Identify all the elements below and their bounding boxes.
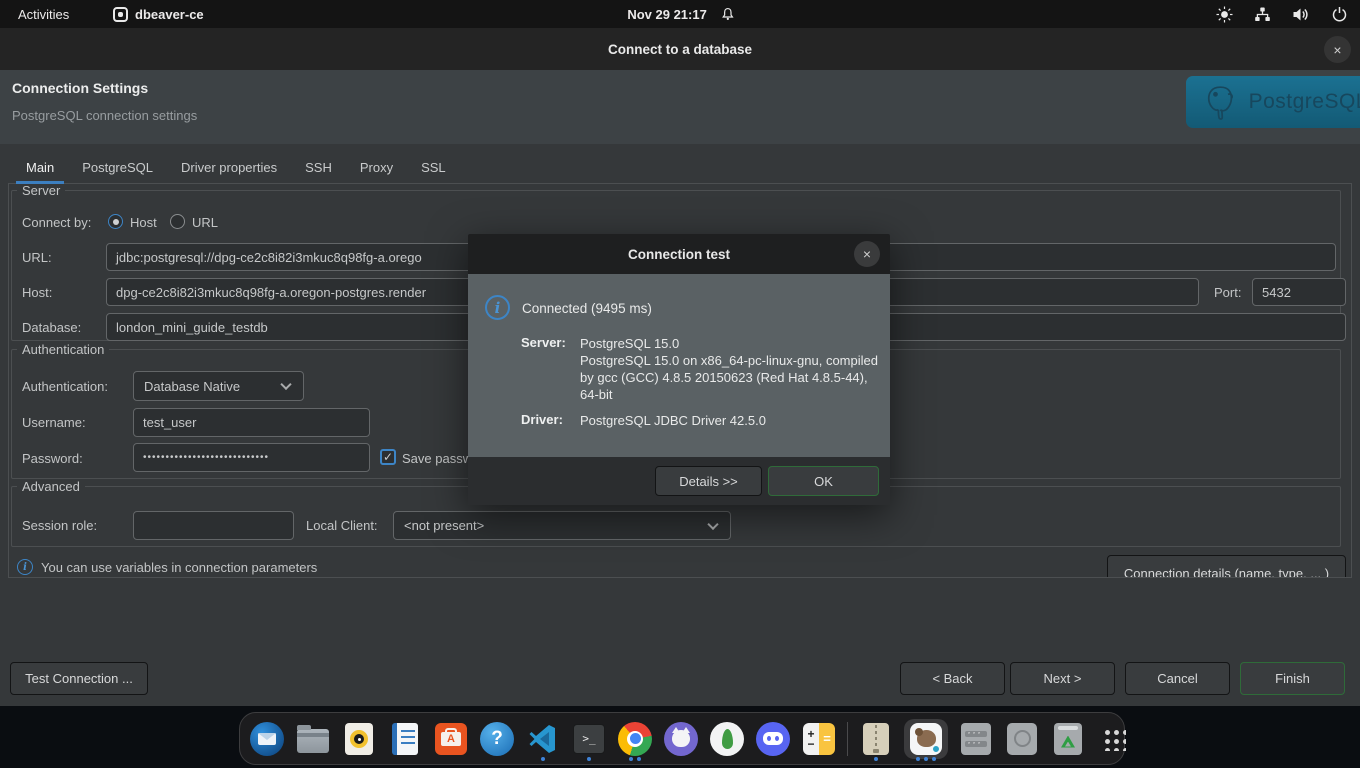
clock-label: Nov 29 21:17 (627, 7, 707, 22)
thunderbird-icon[interactable] (249, 719, 285, 759)
local-client-select[interactable]: <not present> (393, 511, 731, 540)
postgresql-logo: PostgreSQL (1186, 76, 1360, 128)
chevron-down-icon (707, 518, 718, 529)
tab-ssh[interactable]: SSH (291, 152, 346, 183)
clock-menu[interactable]: Nov 29 21:17 (627, 6, 735, 22)
password-label: Password: (22, 451, 83, 466)
wizard-header: Connection Settings PostgreSQL connectio… (0, 70, 1360, 144)
power-icon (1331, 6, 1348, 23)
dbeaver-icon[interactable] (904, 719, 948, 759)
server-result-line1: PostgreSQL 15.0 (580, 335, 679, 352)
tab-main[interactable]: Main (12, 152, 68, 183)
dock: A ? >_ +−= (239, 712, 1125, 765)
help-icon[interactable]: ? (479, 719, 515, 759)
tab-proxy[interactable]: Proxy (346, 152, 407, 183)
dialog-body: i Connected (9495 ms) Server: PostgreSQL… (468, 274, 890, 457)
window-close-button[interactable]: × (1324, 36, 1351, 63)
calculator-icon[interactable]: +−= (801, 719, 837, 759)
dialog-close-button[interactable]: × (854, 241, 880, 267)
authentication-select-value: Database Native (144, 379, 240, 394)
dialog-button-bar: Details >> OK (468, 457, 890, 505)
host-label: Host: (22, 285, 52, 300)
page-subtitle: PostgreSQL connection settings (12, 108, 197, 123)
info-icon: i (17, 559, 33, 575)
dbeaver-app-icon (113, 7, 128, 22)
ubuntu-software-icon[interactable]: A (433, 719, 469, 759)
ok-button[interactable]: OK (768, 466, 879, 496)
focused-app-name: dbeaver-ce (135, 7, 204, 22)
authentication-select[interactable]: Database Native (133, 371, 304, 401)
connection-details-button[interactable]: Connection details (name, type, ... ) (1107, 555, 1346, 578)
volume-icon (1292, 6, 1310, 23)
username-input[interactable]: test_user (133, 408, 370, 437)
port-label: Port: (1214, 285, 1241, 300)
url-label: URL: (22, 250, 52, 265)
info-icon: i (485, 295, 510, 320)
password-input[interactable]: •••••••••••••••••••••••••••• (133, 443, 370, 472)
archive-manager-icon[interactable] (858, 719, 894, 759)
dialog-title: Connection test (468, 234, 890, 274)
network-icon (1254, 6, 1271, 23)
window-titlebar: Connect to a database × (0, 28, 1360, 70)
footer-info-text: You can use variables in connection para… (41, 560, 317, 575)
port-input[interactable]: 5432 (1252, 278, 1346, 306)
connection-status-text: Connected (9495 ms) (522, 300, 652, 317)
tab-postgresql[interactable]: PostgreSQL (68, 152, 167, 183)
system-status-area[interactable] (1216, 6, 1348, 23)
disks-icon[interactable] (1004, 719, 1040, 759)
postgres-elephant-icon (1202, 82, 1239, 122)
server-result-details: PostgreSQL 15.0 on x86_64-pc-linux-gnu, … (580, 352, 882, 403)
desktop: Activities dbeaver-ce Nov 29 21:17 Conne… (0, 0, 1360, 768)
session-role-label: Session role: (22, 518, 97, 533)
files-icon[interactable] (295, 719, 331, 759)
driver-result-value: PostgreSQL JDBC Driver 42.5.0 (580, 412, 766, 429)
rhythmbox-icon[interactable] (341, 719, 377, 759)
local-client-label: Local Client: (306, 518, 378, 533)
postgresql-logo-text: PostgreSQL (1249, 90, 1360, 114)
authentication-group-legend: Authentication (17, 342, 109, 357)
vscode-icon[interactable] (525, 719, 561, 759)
advanced-group-legend: Advanced (17, 479, 85, 494)
connect-by-label: Connect by: (22, 215, 91, 230)
discord-icon[interactable] (755, 719, 791, 759)
connect-by-url-radio[interactable] (170, 214, 185, 229)
libreoffice-writer-icon[interactable] (387, 719, 423, 759)
focused-app-menu[interactable]: dbeaver-ce (113, 7, 204, 22)
show-applications-icon[interactable] (1096, 719, 1132, 759)
gnome-top-bar: Activities dbeaver-ce Nov 29 21:17 (0, 0, 1360, 28)
brightness-icon (1216, 6, 1233, 23)
dock-separator (847, 722, 848, 756)
database-label: Database: (22, 320, 81, 335)
bell-icon (720, 6, 735, 22)
chrome-icon[interactable] (617, 719, 653, 759)
details-button[interactable]: Details >> (655, 466, 762, 496)
local-client-select-value: <not present> (404, 518, 484, 533)
tab-driver-properties[interactable]: Driver properties (167, 152, 291, 183)
connect-by-host-radio[interactable] (108, 214, 123, 229)
github-desktop-icon[interactable] (663, 719, 699, 759)
server-admin-icon[interactable] (958, 719, 994, 759)
finish-button[interactable]: Finish (1240, 662, 1345, 695)
page-title: Connection Settings (12, 80, 148, 96)
cancel-button[interactable]: Cancel (1125, 662, 1230, 695)
back-button[interactable]: < Back (900, 662, 1005, 695)
username-label: Username: (22, 415, 86, 430)
connect-by-host-label[interactable]: Host (130, 215, 157, 230)
next-button[interactable]: Next > (1010, 662, 1115, 695)
tab-ssl[interactable]: SSL (407, 152, 460, 183)
connect-by-url-label[interactable]: URL (192, 215, 218, 230)
save-password-checkbox[interactable]: ✓ (380, 449, 396, 465)
session-role-input[interactable] (133, 511, 294, 540)
server-group-legend: Server (17, 183, 65, 198)
chevron-down-icon (280, 379, 291, 390)
mongodb-compass-icon[interactable] (709, 719, 745, 759)
settings-tabbar: Main PostgreSQL Driver properties SSH Pr… (12, 152, 460, 183)
test-connection-button[interactable]: Test Connection ... (10, 662, 148, 695)
window-title: Connect to a database (0, 28, 1360, 70)
authentication-label: Authentication: (22, 379, 108, 394)
connection-test-dialog: Connection test × i Connected (9495 ms) … (468, 234, 890, 505)
terminal-icon[interactable]: >_ (571, 719, 607, 759)
trash-icon[interactable] (1050, 719, 1086, 759)
activities-button[interactable]: Activities (18, 7, 69, 22)
